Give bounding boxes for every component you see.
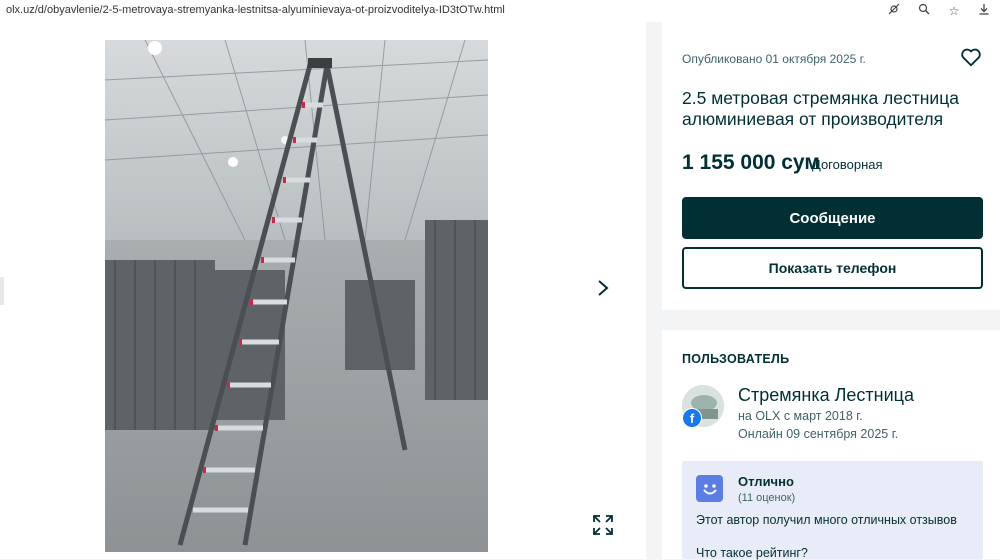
ad-title: 2.5 метровая стремянка лестница алюминие…	[682, 88, 959, 129]
expand-icon	[593, 514, 613, 540]
message-button[interactable]: Сообщение	[682, 197, 983, 239]
rating-box: Отлично (11 оценок) Этот автор получил м…	[682, 461, 983, 560]
product-photo[interactable]	[105, 40, 488, 552]
eye-off-icon[interactable]	[886, 2, 902, 20]
star-icon[interactable]: ☆	[946, 2, 962, 20]
rating-info-link[interactable]: Что такое рейтинг?	[696, 546, 808, 560]
rating-count: (11 оценок)	[738, 492, 796, 504]
user-card: ПОЛЬЗОВАТЕЛЬ f Стремянка Лестница на OLX…	[662, 330, 1000, 560]
ladder-photo-illustration	[105, 40, 488, 552]
download-icon[interactable]	[976, 2, 992, 20]
ad-info-card: Опубликовано 01 октября 2025 г. 2.5 метр…	[662, 22, 1000, 310]
previous-edge[interactable]	[0, 277, 4, 305]
gallery-panel	[0, 22, 646, 559]
chevron-right-icon	[597, 277, 609, 303]
show-phone-button[interactable]: Показать телефон	[682, 247, 983, 289]
fullscreen-button[interactable]	[590, 514, 616, 540]
url-text[interactable]: olx.uz/d/obyavlenie/2-5-metrovaya-stremy…	[6, 4, 505, 16]
published-date: Опубликовано 01 октября 2025 г.	[682, 52, 866, 66]
price: 1 155 000 сум	[682, 151, 820, 174]
negotiable-label: Договорная	[812, 157, 883, 172]
user-section-heading: ПОЛЬЗОВАТЕЛЬ	[682, 352, 790, 366]
user-name[interactable]: Стремянка Лестница	[738, 385, 914, 406]
rating-description: Этот автор получил много отличных отзыво…	[696, 513, 957, 527]
member-since: на OLX с март 2018 г.	[738, 409, 863, 423]
browser-toolbar-icons: ☆	[886, 2, 992, 20]
next-photo-button[interactable]	[589, 275, 617, 305]
rating-label: Отлично	[738, 474, 794, 489]
browser-url-bar[interactable]: olx.uz/d/obyavlenie/2-5-metrovaya-stremy…	[0, 0, 1000, 22]
heart-icon[interactable]	[960, 46, 984, 70]
facebook-badge-icon: f	[682, 408, 702, 428]
last-online: Онлайн 09 сентября 2025 г.	[738, 427, 899, 441]
zoom-icon[interactable]	[916, 2, 932, 20]
smile-icon	[696, 475, 723, 502]
